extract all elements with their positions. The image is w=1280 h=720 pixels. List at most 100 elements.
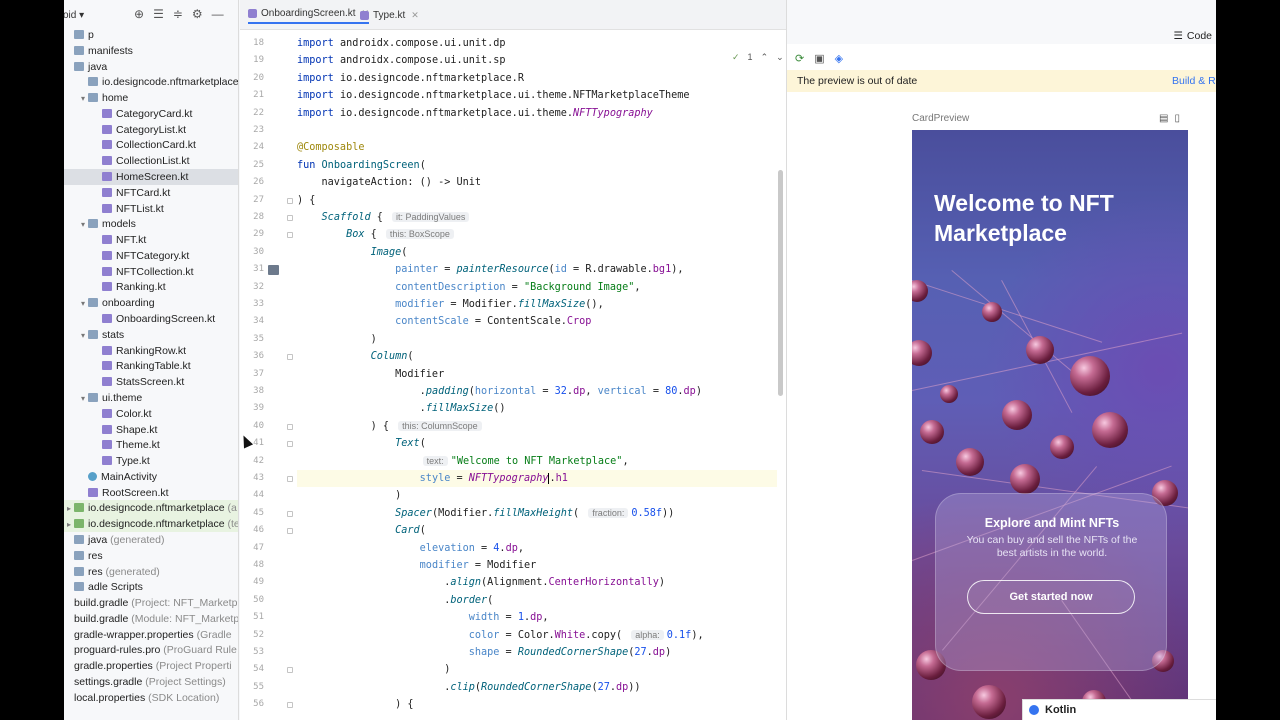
code-line[interactable]: fun OnboardingScreen( bbox=[297, 157, 777, 174]
tree-item[interactable]: build.gradle (Module: NFT_Marketp bbox=[64, 611, 238, 627]
code-line[interactable]: ) { bbox=[297, 192, 777, 209]
code-line[interactable]: ) { bbox=[297, 696, 777, 713]
code-line[interactable]: ) { this: ColumnScope bbox=[297, 418, 777, 435]
tree-item[interactable]: NFTCollection.kt bbox=[64, 264, 238, 280]
code-line[interactable] bbox=[297, 122, 777, 139]
code-line[interactable]: @Composable bbox=[297, 139, 777, 156]
tree-item[interactable]: ▾ ui.theme bbox=[64, 390, 238, 407]
tree-item[interactable]: RankingTable.kt bbox=[64, 358, 238, 374]
code-line[interactable]: elevation = 4.dp, bbox=[297, 540, 777, 557]
code-area[interactable]: import androidx.compose.ui.unit.dp import… bbox=[297, 38, 777, 720]
code-line[interactable]: import androidx.compose.ui.unit.sp bbox=[297, 52, 777, 69]
tree-item[interactable]: CollectionList.kt bbox=[64, 153, 238, 169]
gear-icon[interactable]: ⚙ bbox=[192, 7, 203, 21]
fold-marker-icon[interactable] bbox=[287, 510, 293, 517]
tree-item[interactable]: ▾ stats bbox=[64, 327, 238, 344]
code-line[interactable]: modifier = Modifier.fillMaxSize(), bbox=[297, 296, 777, 313]
code-view-toggle[interactable]: ☰ Code bbox=[1173, 30, 1212, 42]
code-line[interactable]: Box { this: BoxScope bbox=[297, 226, 777, 243]
tree-item[interactable]: CategoryCard.kt bbox=[64, 106, 238, 122]
code-line[interactable]: Spacer(Modifier.fillMaxHeight( fraction:… bbox=[297, 505, 777, 522]
fold-marker-icon[interactable] bbox=[287, 476, 293, 482]
device-icon[interactable]: ▣ bbox=[814, 52, 824, 65]
kotlin-notification[interactable]: Kotlin bbox=[1022, 699, 1216, 720]
target-icon[interactable]: ⊕ bbox=[134, 7, 144, 21]
code-line[interactable]: Card( bbox=[297, 522, 777, 539]
tree-item[interactable]: adle Scripts bbox=[64, 579, 238, 595]
tree-item[interactable]: CollectionCard.kt bbox=[64, 137, 238, 153]
tree-item[interactable]: p bbox=[64, 27, 238, 43]
tree-item[interactable]: java (generated) bbox=[64, 532, 238, 548]
tree-item[interactable]: ▾ home bbox=[64, 90, 238, 106]
code-line[interactable]: Column( bbox=[297, 348, 777, 365]
tree-item[interactable]: OnboardingScreen.kt bbox=[64, 311, 238, 327]
project-view-dropdown[interactable]: oid ▾ bbox=[64, 10, 84, 21]
tree-item[interactable]: local.properties (SDK Location) bbox=[64, 690, 238, 706]
tree-item[interactable]: ▸ io.designcode.nftmarketplace (te bbox=[64, 516, 238, 533]
fold-marker-icon[interactable] bbox=[287, 528, 293, 535]
fold-marker-icon[interactable] bbox=[287, 232, 293, 239]
tab-onboardingscreen[interactable]: OnboardingScreen.kt ✕ bbox=[248, 6, 370, 24]
fold-marker-icon[interactable] bbox=[287, 354, 293, 361]
tree-item[interactable]: manifests bbox=[64, 43, 238, 59]
code-line[interactable]: width = 1.dp, bbox=[297, 609, 777, 626]
chevron-down-icon[interactable]: ▾ bbox=[78, 391, 88, 407]
code-line[interactable]: modifier = Modifier bbox=[297, 557, 777, 574]
code-line[interactable]: style = NFTTypography.h1 bbox=[297, 470, 777, 488]
tree-item[interactable]: settings.gradle (Project Settings) bbox=[64, 674, 238, 690]
deploy-icon[interactable]: ▯ bbox=[1174, 113, 1180, 124]
close-icon[interactable]: ✕ bbox=[411, 10, 419, 21]
code-line[interactable]: shape = RoundedCornerShape(27.dp) bbox=[297, 644, 777, 661]
tree-item[interactable]: HomeScreen.kt bbox=[64, 169, 238, 186]
refresh-icon[interactable]: ⟳ bbox=[795, 52, 804, 65]
tree-item[interactable]: Theme.kt bbox=[64, 437, 238, 453]
code-line[interactable]: navigateAction: () -> Unit bbox=[297, 174, 777, 191]
tree-item[interactable]: MainActivity bbox=[64, 469, 238, 485]
code-line[interactable]: .fillMaxSize() bbox=[297, 400, 777, 417]
tree-item[interactable]: ▸ io.designcode.nftmarketplace (a bbox=[64, 500, 238, 517]
fold-marker-icon[interactable] bbox=[287, 215, 293, 221]
tree-item[interactable]: build.gradle (Project: NFT_Marketp bbox=[64, 595, 238, 611]
fold-marker-icon[interactable] bbox=[287, 197, 293, 204]
code-line[interactable]: Modifier bbox=[297, 366, 777, 383]
tree-item[interactable]: NFTCard.kt bbox=[64, 185, 238, 201]
layers-icon[interactable]: ◈ bbox=[835, 52, 843, 65]
collapse-icon[interactable]: ☰ bbox=[153, 7, 164, 21]
tree-item[interactable]: res (generated) bbox=[64, 564, 238, 580]
code-line[interactable]: import androidx.compose.ui.unit.dp bbox=[297, 35, 777, 52]
tree-item[interactable]: NFTCategory.kt bbox=[64, 248, 238, 264]
code-line[interactable]: .padding(horizontal = 32.dp, vertical = … bbox=[297, 383, 777, 400]
tab-type[interactable]: Type.kt ✕ bbox=[360, 6, 419, 24]
chevron-down-icon[interactable]: ▾ bbox=[78, 296, 88, 312]
tree-item[interactable]: gradle-wrapper.properties (Gradle bbox=[64, 627, 238, 643]
tree-item[interactable]: CategoryList.kt bbox=[64, 122, 238, 138]
tree-item[interactable]: proguard-rules.pro (ProGuard Rule bbox=[64, 642, 238, 658]
editor-scrollbar[interactable] bbox=[778, 170, 783, 396]
chevron-down-icon[interactable]: ▾ bbox=[78, 217, 88, 233]
tree-item[interactable]: RootScreen.kt bbox=[64, 485, 238, 501]
chevron-down-icon[interactable]: ▾ bbox=[78, 328, 88, 344]
chevron-down-icon[interactable]: ▸ bbox=[64, 517, 74, 533]
tree-item[interactable]: StatsScreen.kt bbox=[64, 374, 238, 390]
code-line[interactable]: .clip(RoundedCornerShape(27.dp)) bbox=[297, 679, 777, 696]
tree-item[interactable]: Ranking.kt bbox=[64, 279, 238, 295]
save-icon[interactable]: ▤ bbox=[1159, 113, 1168, 124]
fold-marker-icon[interactable] bbox=[287, 423, 293, 430]
tree-item[interactable]: ▾ models bbox=[64, 216, 238, 233]
tree-item[interactable]: java bbox=[64, 59, 238, 75]
code-line[interactable]: import io.designcode.nftmarketplace.ui.t… bbox=[297, 87, 777, 104]
tree-item[interactable]: Color.kt bbox=[64, 406, 238, 422]
tree-item[interactable]: io.designcode.nftmarketplace bbox=[64, 74, 238, 90]
code-line[interactable]: ) bbox=[297, 487, 777, 504]
code-line[interactable]: text: "Welcome to NFT Marketplace", bbox=[297, 453, 777, 470]
code-line[interactable]: Image( bbox=[297, 244, 777, 261]
code-line[interactable]: Text( bbox=[297, 435, 777, 452]
code-line[interactable]: import io.designcode.nftmarketplace.R bbox=[297, 70, 777, 87]
image-resource-icon[interactable] bbox=[268, 265, 279, 276]
build-refresh-link[interactable]: Build & R bbox=[1172, 70, 1216, 92]
tree-item[interactable]: res bbox=[64, 548, 238, 564]
code-editor[interactable]: OnboardingScreen.kt ✕ Type.kt ✕ ✓ 1 ⌃ ⌄ … bbox=[240, 0, 786, 720]
code-line[interactable]: contentScale = ContentScale.Crop bbox=[297, 313, 777, 330]
code-line[interactable]: Scaffold { it: PaddingValues bbox=[297, 209, 777, 226]
code-line[interactable]: .align(Alignment.CenterHorizontally) bbox=[297, 574, 777, 591]
